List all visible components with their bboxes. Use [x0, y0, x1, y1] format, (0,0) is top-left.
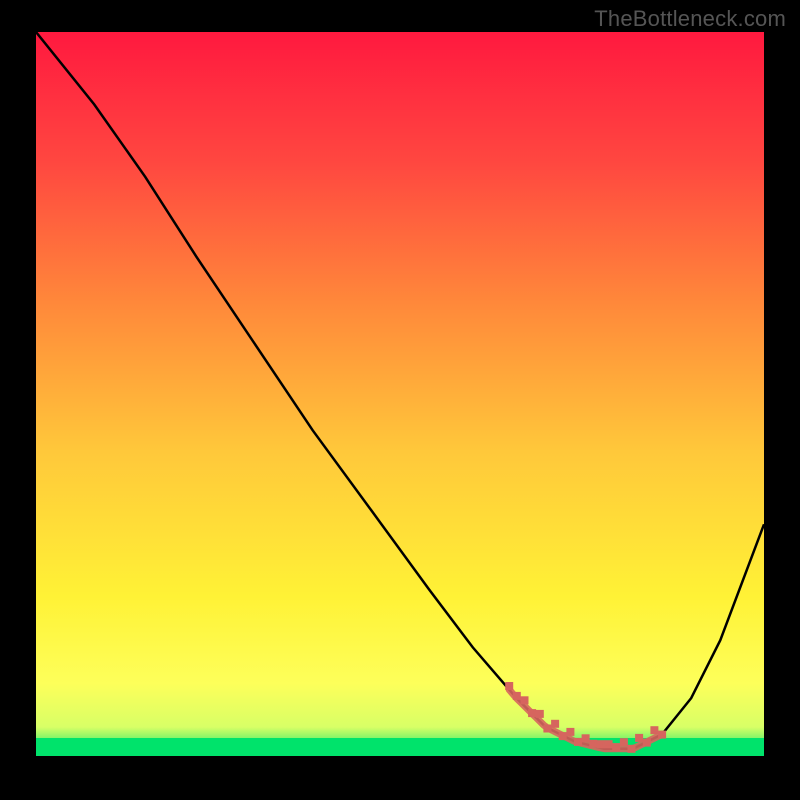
highlight-dot: [620, 738, 628, 746]
watermark-text: TheBottleneck.com: [594, 6, 786, 32]
chart-canvas: [36, 32, 764, 756]
chart-svg: [36, 32, 764, 756]
chart-background: [36, 32, 764, 756]
